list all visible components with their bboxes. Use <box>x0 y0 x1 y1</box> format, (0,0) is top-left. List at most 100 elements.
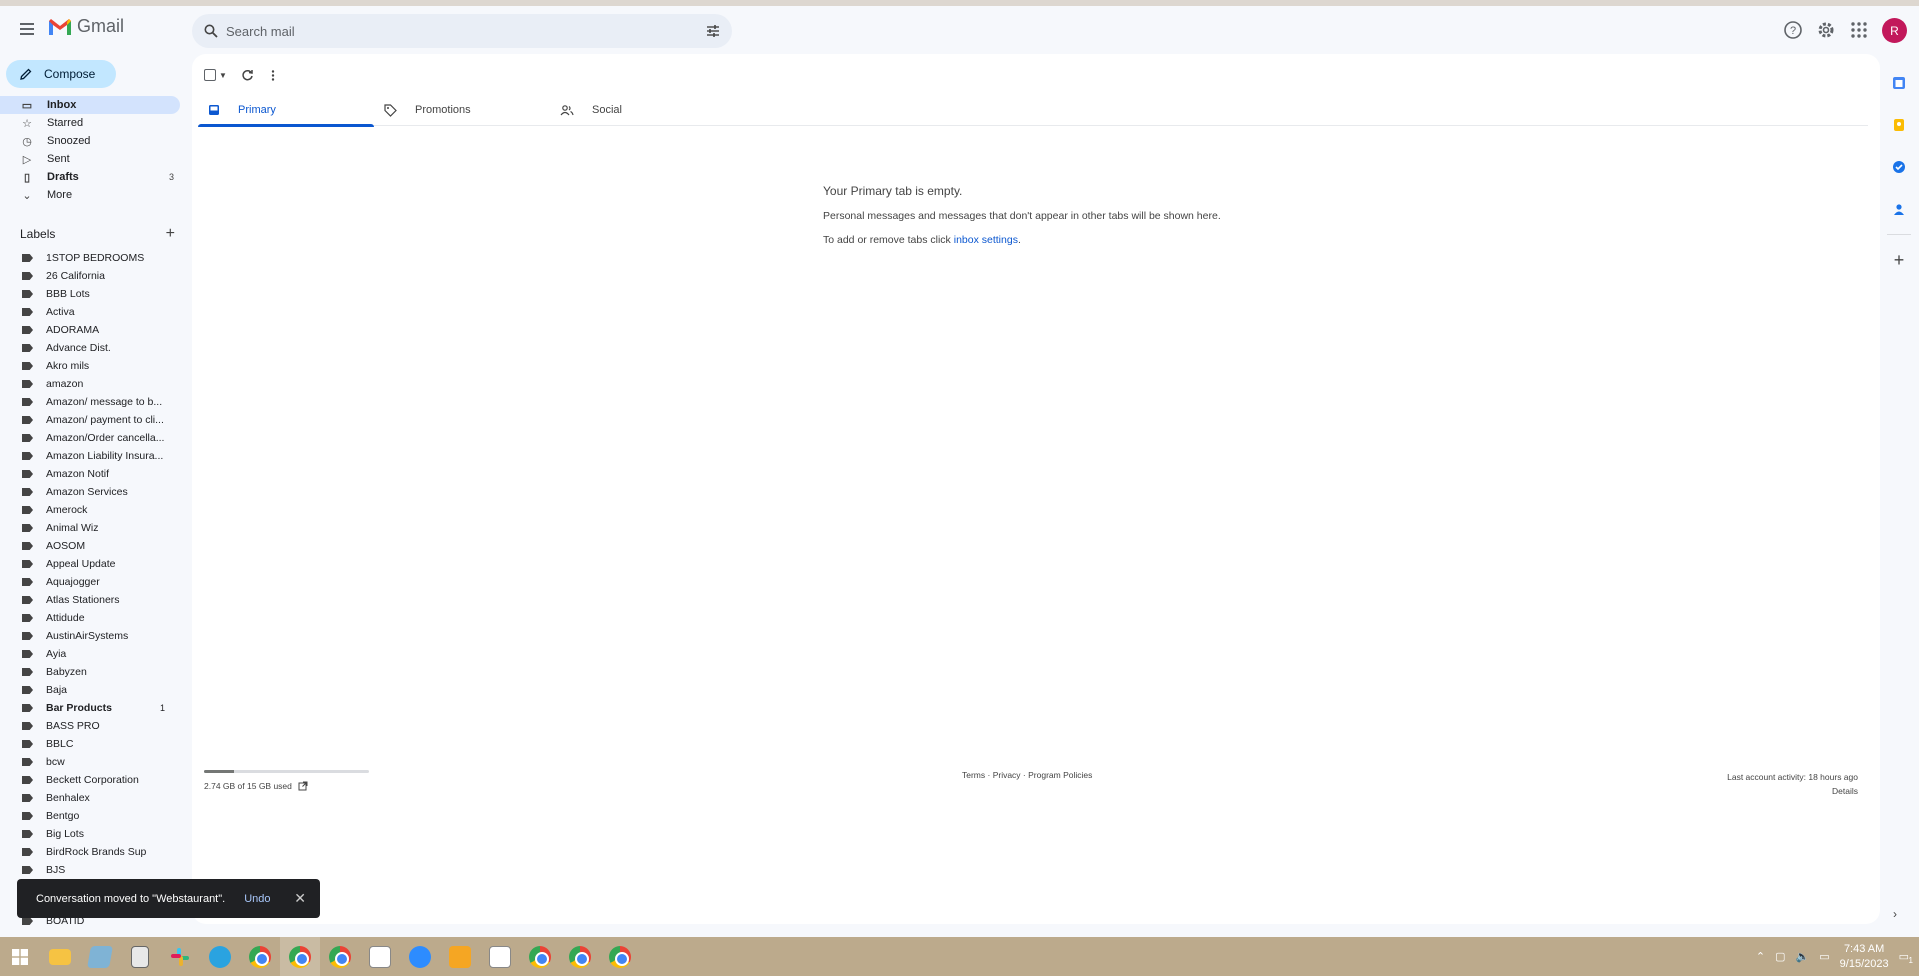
search-input[interactable] <box>226 23 686 39</box>
pencil-icon <box>20 68 32 80</box>
gmail-logo[interactable]: Gmail <box>48 16 124 37</box>
label-item[interactable]: Atlas Stationers <box>0 591 182 609</box>
label-item[interactable]: Benhalex <box>0 789 182 807</box>
search-bar[interactable] <box>192 14 732 48</box>
chrome-profile-2-icon[interactable] <box>600 937 640 976</box>
clock[interactable]: 7:43 AM 9/15/2023 <box>1840 942 1889 972</box>
label-item[interactable]: Appeal Update <box>0 555 182 573</box>
nav-item-more[interactable]: ⌄ More <box>0 186 182 204</box>
undo-button[interactable]: Undo <box>244 893 270 905</box>
nav-item-inbox[interactable]: ▭ Inbox <box>0 96 180 114</box>
notification-icon[interactable]: ▭ 1 <box>1899 950 1913 965</box>
display-icon[interactable]: ▭ <box>1819 950 1829 963</box>
footer-links[interactable]: Terms · Privacy · Program Policies <box>962 770 1092 780</box>
label-item[interactable]: Ayia <box>0 645 182 663</box>
refresh-icon[interactable] <box>241 69 254 82</box>
label-item[interactable]: bcw <box>0 753 182 771</box>
inbox-settings-link[interactable]: inbox settings <box>954 234 1018 246</box>
network-icon[interactable]: ▢ <box>1775 950 1785 963</box>
label-item[interactable]: Amazon/ payment to cli... <box>0 411 182 429</box>
label-item[interactable]: ADORAMA <box>0 321 182 339</box>
help-icon[interactable]: ? <box>1782 19 1804 41</box>
settings-gear-icon[interactable] <box>1815 19 1837 41</box>
calculator-icon[interactable] <box>120 937 160 976</box>
label-item[interactable]: Attidude <box>0 609 182 627</box>
label-item[interactable]: Aquajogger <box>0 573 182 591</box>
add-label-plus-icon[interactable]: + <box>166 225 175 243</box>
label-item[interactable]: 26 California <box>0 267 182 285</box>
svg-text:?: ? <box>1790 25 1796 37</box>
label-item[interactable]: BBLC <box>0 735 182 753</box>
label-item[interactable]: Amazon Notif <box>0 465 182 483</box>
close-icon[interactable]: ✕ <box>294 890 306 907</box>
tray-chevron-up-icon[interactable]: ⌃ <box>1756 950 1765 963</box>
label-item[interactable]: Babyzen <box>0 663 182 681</box>
chrome-profile-k-icon[interactable] <box>320 937 360 976</box>
account-avatar[interactable]: R <box>1882 18 1907 43</box>
add-addon-plus-icon[interactable]: + <box>1884 239 1914 281</box>
label-item[interactable]: Beckett Corporation <box>0 771 182 789</box>
notepad-icon[interactable] <box>80 937 120 976</box>
tab-primary[interactable]: Primary <box>198 94 374 127</box>
chrome-icon[interactable] <box>240 937 280 976</box>
select-all-checkbox[interactable]: ▼ <box>204 69 227 81</box>
volume-icon[interactable]: 🔈 <box>1796 950 1810 963</box>
label-item[interactable]: Bar Products 1 <box>0 699 182 717</box>
contacts-icon[interactable] <box>1884 188 1914 230</box>
label-item[interactable]: Amazon Services <box>0 483 182 501</box>
chevron-right-icon[interactable]: › <box>1893 907 1897 921</box>
search-icon[interactable] <box>204 24 218 38</box>
slack-icon[interactable] <box>160 937 200 976</box>
search-options-icon[interactable] <box>706 24 720 38</box>
file-explorer-icon[interactable] <box>40 937 80 976</box>
label-item[interactable]: Baja <box>0 681 182 699</box>
label-item[interactable]: Amazon/ message to b... <box>0 393 182 411</box>
app-r-icon[interactable] <box>440 937 480 976</box>
label-name: 1STOP BEDROOMS <box>46 252 145 264</box>
details-link[interactable]: Details <box>1727 784 1858 798</box>
more-vert-icon[interactable] <box>268 69 278 82</box>
label-item[interactable]: Big Lots <box>0 825 182 843</box>
compose-button[interactable]: Compose <box>6 60 116 88</box>
label-item[interactable]: AustinAirSystems <box>0 627 182 645</box>
apps-grid-icon[interactable] <box>1848 19 1870 41</box>
label-item[interactable]: BASS PRO <box>0 717 182 735</box>
label-item[interactable]: Amazon Liability Insura... <box>0 447 182 465</box>
label-item[interactable]: BirdRock Brands Sup <box>0 843 182 861</box>
chrome-profile-d-icon[interactable] <box>520 937 560 976</box>
main-menu-icon[interactable] <box>14 16 40 42</box>
app-w-icon[interactable] <box>360 937 400 976</box>
nav-item-starred[interactable]: ☆ Starred <box>0 114 182 132</box>
app-w2-icon[interactable] <box>480 937 520 976</box>
label-item[interactable]: Activa <box>0 303 182 321</box>
label-item[interactable]: amazon <box>0 375 182 393</box>
nav-item-snoozed[interactable]: ◷ Snoozed <box>0 132 182 150</box>
nav-item-drafts[interactable]: ▯ Drafts 3 <box>0 168 182 186</box>
label-item[interactable]: Amazon/Order cancella... <box>0 429 182 447</box>
label-item[interactable]: Akro mils <box>0 357 182 375</box>
keep-icon[interactable] <box>1884 104 1914 146</box>
labels-list: 1STOP BEDROOMS 26 California BBB Lots Activ… <box>0 249 182 879</box>
label-item[interactable]: Advance Dist. <box>0 339 182 357</box>
label-item[interactable]: BJS <box>0 861 182 879</box>
label-name: Activa <box>46 306 75 318</box>
windows-start-icon[interactable] <box>0 937 40 976</box>
tasks-icon[interactable] <box>1884 146 1914 188</box>
calendar-icon[interactable] <box>1884 62 1914 104</box>
label-item[interactable]: BBB Lots <box>0 285 182 303</box>
label-item[interactable]: Amerock <box>0 501 182 519</box>
zoom-icon[interactable] <box>400 937 440 976</box>
label-item[interactable]: Bentgo <box>0 807 182 825</box>
nav-item-sent[interactable]: ▷ Sent <box>0 150 182 168</box>
open-external-icon[interactable] <box>298 781 308 791</box>
label-item[interactable]: Animal Wiz <box>0 519 182 537</box>
label-tag-icon <box>22 578 33 586</box>
label-item[interactable]: AOSOM <box>0 537 182 555</box>
tab-promotions[interactable]: Promotions <box>374 94 550 126</box>
tab-social[interactable]: Social <box>550 94 726 126</box>
label-item[interactable]: 1STOP BEDROOMS <box>0 249 182 267</box>
telegram-icon[interactable] <box>200 937 240 976</box>
chrome-profile-k2-icon[interactable] <box>560 937 600 976</box>
chrome-profile-icon[interactable] <box>280 937 320 976</box>
label-name: Animal Wiz <box>46 522 99 534</box>
